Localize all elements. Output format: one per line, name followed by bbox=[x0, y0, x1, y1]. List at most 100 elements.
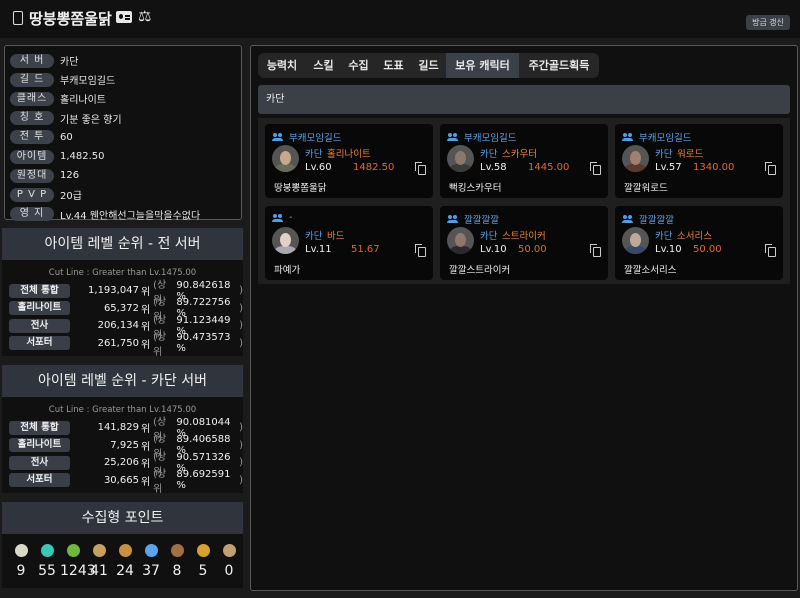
copy-icon[interactable] bbox=[765, 244, 776, 257]
character-card[interactable]: 부캐모임길드 카단 홀리나이트 Lv.60 1482.50 땅붕뽕쫌울닭 bbox=[265, 124, 433, 198]
info-label: 칭 호 bbox=[10, 111, 54, 126]
copy-icon[interactable] bbox=[415, 162, 426, 175]
rank-percent: 90.473573 % bbox=[176, 332, 237, 354]
id-card-icon[interactable] bbox=[116, 11, 132, 23]
collection-count: 9 bbox=[16, 563, 26, 579]
rank-label: 홀리나이트 bbox=[9, 301, 70, 316]
character-level: Lv.57 bbox=[655, 162, 682, 173]
info-label: 영 지 bbox=[10, 207, 54, 222]
collection-item[interactable]: 9 bbox=[8, 544, 34, 579]
rank-row: 서포터 30,665 위 (상위 89.692591 %) bbox=[9, 469, 243, 495]
info-value: 1,482.50 bbox=[60, 151, 105, 163]
rank-number: 261,750 bbox=[97, 337, 139, 349]
tab-6[interactable]: 보유 캐릭터 bbox=[446, 53, 519, 78]
character-class: 스트라이커 bbox=[502, 231, 546, 242]
adventure-book-icon bbox=[118, 544, 132, 557]
rank-number: 206,134 bbox=[97, 320, 139, 332]
tab-4[interactable]: 도표 bbox=[376, 53, 411, 78]
collection-item[interactable]: 55 bbox=[34, 544, 60, 579]
character-server: 카단 bbox=[655, 149, 673, 160]
tab-5[interactable]: 길드 bbox=[411, 53, 446, 78]
guild-members-icon bbox=[272, 213, 284, 222]
character-guild-name: 부캐모임길드 bbox=[289, 133, 342, 144]
mokoko-seed-icon bbox=[14, 544, 28, 557]
info-row: 영 지 Lv.44 웬안해선그늘을막을수없다 bbox=[10, 205, 241, 224]
rank-all-cutline: Cut Line : Greater than Lv.1475.00 bbox=[48, 268, 197, 278]
rank-label: 전체 통합 bbox=[9, 283, 70, 298]
collection-count: 8 bbox=[172, 563, 182, 579]
collection-item[interactable]: 0 bbox=[216, 544, 242, 579]
info-value: 부캐모임길드 bbox=[60, 76, 116, 88]
island-heart-icon bbox=[40, 544, 54, 557]
collection-item[interactable]: 41 bbox=[86, 544, 112, 579]
rank-percent-value: 90.842618 bbox=[176, 279, 231, 291]
giant-heart-icon bbox=[66, 544, 80, 557]
rank-label: 서포터 bbox=[9, 336, 70, 351]
character-class: 홀리나이트 bbox=[327, 149, 371, 160]
character-guild: 부캐모임길드 bbox=[622, 130, 691, 144]
rank-close-paren: ) bbox=[239, 285, 244, 297]
copy-icon[interactable] bbox=[415, 244, 426, 257]
rank-number: 7,925 bbox=[110, 439, 139, 451]
rank-top-label: (상위 bbox=[153, 332, 167, 359]
copy-icon[interactable] bbox=[590, 244, 601, 257]
main-content-panel: 능력치 스킬 수집 도표 길드 보유 캐릭터 주간골드획득 카단 부캐모임길드 카단 홀리나이트… bbox=[250, 45, 798, 591]
rank-unit: 위 bbox=[140, 476, 151, 488]
character-item-level: 1340.00 bbox=[693, 162, 735, 173]
rank-percent-value: 91.123449 bbox=[176, 314, 231, 326]
collection-item[interactable]: 5 bbox=[190, 544, 216, 579]
igneas-token-icon bbox=[222, 544, 236, 557]
collection-item[interactable]: 24 bbox=[112, 544, 138, 579]
character-item-level: 50.00 bbox=[693, 244, 722, 255]
tab-3[interactable]: 수집 bbox=[341, 53, 376, 78]
rank-percent-value: 90.473573 bbox=[176, 332, 231, 344]
character-level: Lv.11 bbox=[305, 244, 332, 255]
character-avatar bbox=[622, 145, 649, 172]
character-item-level: 1445.00 bbox=[528, 162, 570, 173]
copy-icon[interactable] bbox=[765, 162, 776, 175]
tab-7[interactable]: 주간골드획득 bbox=[519, 53, 599, 78]
info-label: P V P bbox=[10, 187, 54, 202]
server-section-header: 카단 bbox=[258, 85, 790, 114]
rank-server-rows: 전체 통합 141,829 위 (상위 90.081044 %) 홀리나이트 7,925 위(… bbox=[2, 416, 243, 495]
rank-percent: 89.692591 % bbox=[176, 469, 237, 491]
character-avatar bbox=[447, 145, 474, 172]
profile-header: 땅붕뽕쫌울닭 ⚖ 방금 갱신 bbox=[0, 0, 800, 38]
rank-close-paren: ) bbox=[239, 320, 244, 332]
refresh-button[interactable]: 방금 갱신 bbox=[746, 15, 790, 30]
character-card[interactable]: 부캐모임길드 카단 워로드 Lv.57 1340.00 깔깔워로드 bbox=[615, 124, 783, 198]
rank-number: 1,193,047 bbox=[88, 285, 139, 297]
character-card[interactable]: - 카단 바드 Lv.11 51.67 파예가 bbox=[265, 206, 433, 280]
rank-close-paren: ) bbox=[239, 302, 244, 314]
character-card[interactable]: 깔깔깔깔 카단 소서리스 Lv.10 50.00 깔깔소서리스 bbox=[615, 206, 783, 280]
character-card[interactable]: 부캐모임길드 카단 스카우터 Lv.58 1445.00 뻑킹스카우터 bbox=[440, 124, 608, 198]
copy-icon[interactable] bbox=[590, 162, 601, 175]
orpheus-star-icon bbox=[196, 544, 210, 557]
guild-members-icon bbox=[447, 215, 459, 223]
character-card[interactable]: 깔깔깔깔 카단 스트라이커 Lv.10 50.00 깔깔스트라이커 bbox=[440, 206, 608, 280]
rank-all-title: 아이템 레벨 순위 - 전 서버 bbox=[2, 228, 243, 260]
collection-item[interactable]: 1243 bbox=[60, 544, 96, 579]
character-guild: 깔깔깔깔 bbox=[622, 212, 674, 226]
collection-item[interactable]: 8 bbox=[164, 544, 190, 579]
character-guild-name: 부캐모임길드 bbox=[639, 133, 692, 144]
character-guild: 부캐모임길드 bbox=[447, 130, 516, 144]
character-item-level: 1482.50 bbox=[353, 162, 395, 173]
tab-1[interactable]: 능력치 bbox=[258, 53, 306, 78]
rank-unit: 위 bbox=[140, 339, 151, 351]
scale-icon[interactable]: ⚖ bbox=[138, 8, 151, 24]
info-row: 원정대 126 bbox=[10, 166, 241, 185]
collection-points-panel: 수집형 포인트 9 55 1243 41 24 37 8 5 0 bbox=[2, 502, 243, 588]
character-name: 뻑킹스카우터 bbox=[449, 183, 502, 194]
rank-percent-value: 90.081044 bbox=[176, 416, 231, 428]
info-value: Lv.44 웬안해선그늘을막을수없다 bbox=[60, 210, 201, 222]
rank-close-paren: ) bbox=[239, 337, 244, 349]
character-guild-name: 부캐모임길드 bbox=[464, 133, 517, 144]
character-class: 바드 bbox=[327, 231, 345, 242]
rank-label: 전사 bbox=[9, 455, 70, 470]
rank-unit: 위 bbox=[140, 459, 151, 471]
character-guild: 부캐모임길드 bbox=[272, 130, 341, 144]
collection-item[interactable]: 37 bbox=[138, 544, 164, 579]
rank-number: 141,829 bbox=[97, 422, 139, 434]
tab-2[interactable]: 스킬 bbox=[306, 53, 341, 78]
